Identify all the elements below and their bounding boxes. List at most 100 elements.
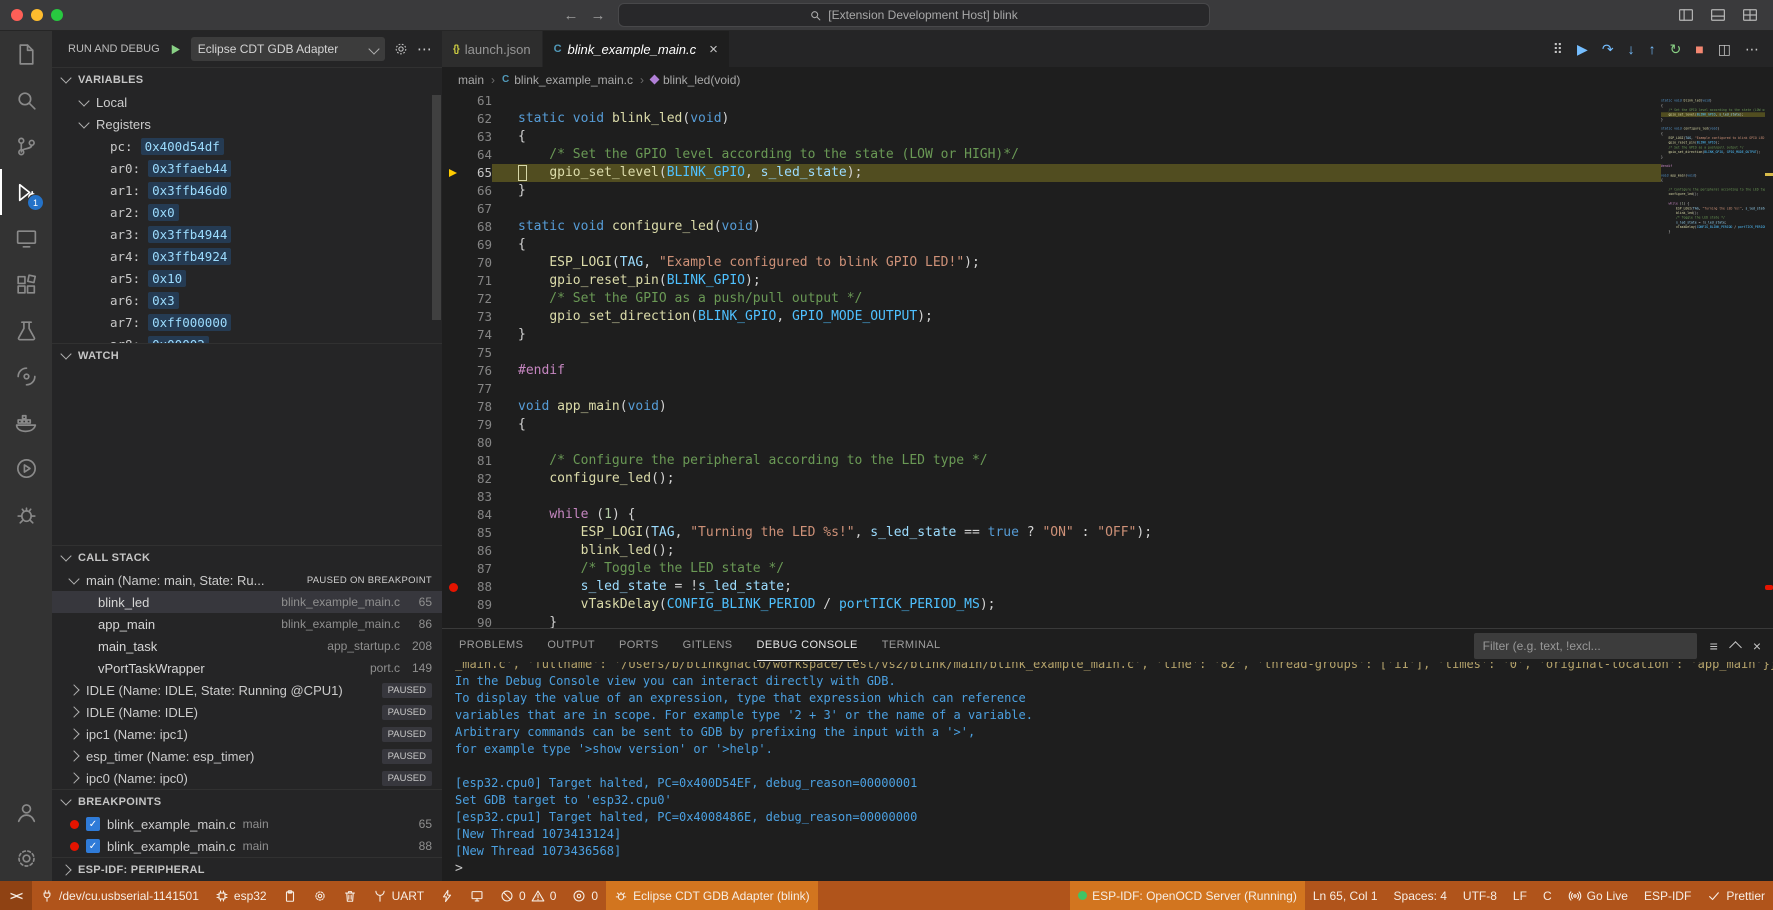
code-line-78[interactable]: 78void app_main(void) <box>442 398 1773 416</box>
breakpoint-row[interactable]: ✓blink_example_main.cmain88 <box>52 835 442 857</box>
register-ar4[interactable]: ar4:0x3ffb4924 <box>52 245 442 267</box>
gear-icon[interactable] <box>393 41 409 57</box>
code-line-72[interactable]: 72 /* Set the GPIO as a push/pull output… <box>442 290 1773 308</box>
panel-tab-problems[interactable]: PROBLEMS <box>459 630 523 661</box>
status-debug-session[interactable]: Eclipse CDT GDB Adapter (blink) <box>606 881 818 910</box>
activity-item-docker[interactable] <box>0 399 52 445</box>
code-line-71[interactable]: 71 gpio_reset_pin(BLINK_GPIO); <box>442 272 1773 290</box>
code-line-67[interactable]: 67 <box>442 200 1773 218</box>
register-ar2[interactable]: ar2:0x0 <box>52 201 442 223</box>
register-ar6[interactable]: ar6:0x3 <box>52 289 442 311</box>
status-flash-type[interactable]: UART <box>365 881 432 910</box>
console-prompt[interactable]: > <box>455 860 1773 877</box>
glyph-margin[interactable] <box>442 434 464 452</box>
stack-frame-app_main[interactable]: app_mainblink_example_main.c86 <box>52 613 442 635</box>
glyph-margin[interactable] <box>442 596 464 614</box>
glyph-margin[interactable] <box>442 218 464 236</box>
breadcrumb-item[interactable]: main <box>458 73 484 87</box>
glyph-margin[interactable] <box>442 560 464 578</box>
glyph-margin[interactable] <box>442 236 464 254</box>
glyph-margin[interactable] <box>442 416 464 434</box>
breakpoint-checkbox[interactable]: ✓ <box>86 839 100 853</box>
more-actions-icon[interactable]: ⋯ <box>417 40 432 58</box>
activity-item-run-circle[interactable] <box>0 445 52 491</box>
glyph-margin[interactable] <box>442 254 464 272</box>
activity-item-accounts[interactable] <box>0 789 52 835</box>
stack-frame-blink_led[interactable]: blink_ledblink_example_main.c65 <box>52 591 442 613</box>
glyph-margin[interactable] <box>442 182 464 200</box>
code-line-81[interactable]: 81 /* Configure the peripheral according… <box>442 452 1773 470</box>
activity-item-source-control[interactable] <box>0 123 52 169</box>
back-button[interactable]: ← <box>564 7 579 24</box>
status-eol[interactable]: LF <box>1505 881 1535 910</box>
code-editor[interactable]: 61 62static void blink_led(void)63{64 /*… <box>442 92 1773 628</box>
register-ar8[interactable]: ar8:0x00002 <box>52 333 442 343</box>
code-line-76[interactable]: 76#endif <box>442 362 1773 380</box>
code-line-73[interactable]: 73 gpio_set_direction(BLINK_GPIO, GPIO_M… <box>442 308 1773 326</box>
code-line-70[interactable]: 70 ESP_LOGI(TAG, "Example configured to … <box>442 254 1773 272</box>
activity-item-explorer[interactable] <box>0 31 52 77</box>
glyph-margin[interactable] <box>442 128 464 146</box>
debug-console-output[interactable]: _main.c', 'fullname': '/Users/b/blinkgna… <box>442 662 1773 881</box>
glyph-margin[interactable] <box>442 272 464 290</box>
code-line-88[interactable]: 88 s_led_state = !s_led_state; <box>442 578 1773 596</box>
breakpoint-checkbox[interactable]: ✓ <box>86 817 100 831</box>
thread-row[interactable]: main (Name: main, State: Ru...PAUSED ON … <box>52 569 442 591</box>
activity-item-search[interactable] <box>0 77 52 123</box>
code-line-62[interactable]: 62static void blink_led(void) <box>442 110 1773 128</box>
status-language-mode[interactable]: C <box>1535 881 1560 910</box>
split-editor-button[interactable]: ◫ <box>1718 41 1731 58</box>
code-line-86[interactable]: 86 blink_led(); <box>442 542 1773 560</box>
continue-button[interactable]: ▶ <box>1577 41 1588 58</box>
call-stack-section-header[interactable]: CALL STACK <box>52 545 442 569</box>
glyph-margin[interactable] <box>442 614 464 628</box>
glyph-margin[interactable] <box>442 92 464 110</box>
filter-lines-icon[interactable]: ≡ <box>1710 638 1718 654</box>
watch-section-header[interactable]: WATCH <box>52 343 442 367</box>
code-line-66[interactable]: 66} <box>442 182 1773 200</box>
activity-item-run-and-debug[interactable]: 1 <box>0 169 52 215</box>
glyph-margin[interactable] <box>442 452 464 470</box>
code-line-85[interactable]: 85 ESP_LOGI(TAG, "Turning the LED %s!", … <box>442 524 1773 542</box>
activity-item-testing[interactable] <box>0 307 52 353</box>
glyph-margin[interactable] <box>442 290 464 308</box>
glyph-margin[interactable] <box>442 200 464 218</box>
thread-row[interactable]: IDLE (Name: IDLE, State: Running @CPU1)P… <box>52 679 442 701</box>
breadcrumb-item[interactable]: Cblink_example_main.c <box>502 73 633 87</box>
layout-sidebar-icon[interactable] <box>1677 6 1695 24</box>
activity-item-remote-explorer[interactable] <box>0 215 52 261</box>
step-out-button[interactable]: ↑ <box>1649 41 1656 57</box>
code-line-65[interactable]: 65 gpio_set_level(BLINK_GPIO, s_led_stat… <box>442 164 1773 182</box>
glyph-margin[interactable] <box>442 164 464 182</box>
glyph-margin[interactable] <box>442 524 464 542</box>
glyph-margin[interactable] <box>442 146 464 164</box>
status-encoding[interactable]: UTF-8 <box>1455 881 1505 910</box>
thread-row[interactable]: esp_timer (Name: esp_timer)PAUSED <box>52 745 442 767</box>
code-line-79[interactable]: 79{ <box>442 416 1773 434</box>
code-line-68[interactable]: 68static void configure_led(void) <box>442 218 1773 236</box>
status-monitor-device[interactable] <box>462 881 492 910</box>
minimap[interactable]: static void blink_led(void){ /* Set the … <box>1661 92 1765 628</box>
code-line-61[interactable]: 61 <box>442 92 1773 110</box>
panel-tab-debug-console[interactable]: DEBUG CONSOLE <box>757 630 858 661</box>
code-line-80[interactable]: 80 <box>442 434 1773 452</box>
tab-launch.json[interactable]: {}launch.json <box>442 31 543 67</box>
step-into-button[interactable]: ↓ <box>1628 41 1635 57</box>
panel-tab-gitlens[interactable]: GITLENS <box>683 630 733 661</box>
breakpoint-row[interactable]: ✓blink_example_main.cmain65 <box>52 813 442 835</box>
sidebar-scrollbar[interactable] <box>432 95 441 320</box>
glyph-margin[interactable] <box>442 344 464 362</box>
status-serial-port[interactable]: /dev/cu.usbserial-1141501 <box>32 881 207 910</box>
glyph-margin[interactable] <box>442 362 464 380</box>
glyph-margin[interactable] <box>442 326 464 344</box>
breadcrumb-item[interactable]: blink_led(void) <box>651 73 740 87</box>
restart-button[interactable]: ↻ <box>1670 41 1682 58</box>
maximize-panel-icon[interactable] <box>1729 641 1742 654</box>
code-line-75[interactable]: 75 <box>442 344 1773 362</box>
zoom-window-button[interactable] <box>51 9 63 21</box>
thread-row[interactable]: IDLE (Name: IDLE)PAUSED <box>52 701 442 723</box>
activity-item-settings[interactable] <box>0 835 52 881</box>
status-device-target[interactable]: esp32 <box>207 881 275 910</box>
debug-config-select[interactable]: Eclipse CDT GDB Adapter <box>191 37 385 61</box>
status-openocd-server[interactable]: ESP-IDF: OpenOCD Server (Running) <box>1070 881 1305 910</box>
